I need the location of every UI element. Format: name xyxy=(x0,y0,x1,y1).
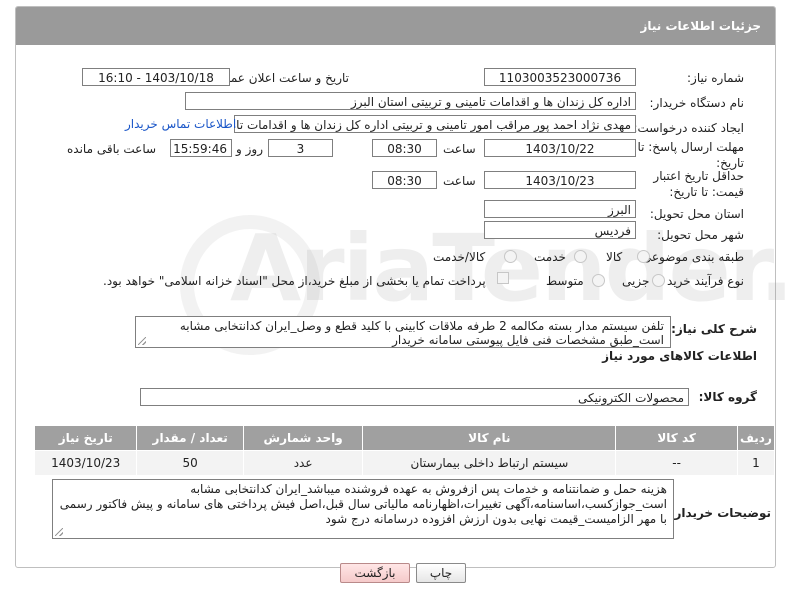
category-goods-service-radio[interactable] xyxy=(504,250,517,263)
table-row[interactable]: 1 -- سیستم ارتباط داخلی بیمارستان عدد 50… xyxy=(33,450,776,476)
need-number-label: شماره نیاز: xyxy=(687,71,744,85)
goods-section-title: اطلاعات کالاهای مورد نیاز xyxy=(602,349,757,363)
category-service-label: خدمت xyxy=(534,250,566,264)
goods-group-label: گروه کالا: xyxy=(698,390,757,404)
buyer-notes-content: هزینه حمل و ضمانتنامه و خدمات پس ازفروش … xyxy=(59,482,667,526)
category-goods-label: کالا xyxy=(606,250,623,264)
validity-time-field: 08:30 xyxy=(372,171,437,189)
process-minor-radio[interactable] xyxy=(652,274,665,287)
category-service-radio[interactable] xyxy=(574,250,587,263)
buyer-org-field: اداره کل زندان ها و اقدامات تامینی و ترب… xyxy=(185,92,636,110)
col-row-number: ردیف xyxy=(736,425,776,451)
description-label: شرح کلی نیاز: xyxy=(671,322,757,336)
deadline-time-label: ساعت xyxy=(443,142,476,156)
cell-need-date: 1403/10/23 xyxy=(33,450,138,476)
treasury-payment-note: پرداخت تمام یا بخشی از مبلغ خرید،از محل … xyxy=(103,274,486,288)
col-item-code: کد کالا xyxy=(615,425,738,451)
print-button[interactable]: چاپ xyxy=(416,563,466,583)
days-label: روز و xyxy=(236,142,263,156)
remaining-time-field: 15:59:46 xyxy=(170,139,232,157)
cell-unit: عدد xyxy=(242,450,364,476)
province-field: البرز xyxy=(484,200,636,218)
resize-grip-icon[interactable] xyxy=(138,337,146,345)
remaining-time-label: ساعت باقی مانده xyxy=(67,142,157,156)
category-label: طبقه بندی موضوعی: xyxy=(637,250,744,264)
need-number-field: 1103003523000736 xyxy=(484,68,636,86)
col-unit: واحد شمارش xyxy=(242,425,364,451)
buyer-notes-label: توضیحات خریدار: xyxy=(669,506,771,520)
buyer-notes-text: هزینه حمل و ضمانتنامه و خدمات پس ازفروش … xyxy=(52,479,674,539)
cell-item-code: -- xyxy=(615,450,738,476)
col-quantity: تعداد / مقدار xyxy=(136,425,244,451)
col-need-date: تاریخ نیاز xyxy=(33,425,138,451)
resize-grip-icon[interactable] xyxy=(55,528,63,536)
province-label: استان محل تحویل: xyxy=(649,207,744,221)
city-field: فردیس xyxy=(484,221,636,239)
category-goods-service-label: کالا/خدمت xyxy=(433,250,486,264)
city-label: شهر محل تحویل: xyxy=(657,228,744,242)
process-type-label: نوع فرآیند خرید : xyxy=(659,274,744,288)
goods-group-field: محصولات الکترونیکی xyxy=(140,388,689,406)
process-minor-label: جزیی xyxy=(622,274,650,288)
buyer-contact-link[interactable]: اطلاعات تماس خریدار xyxy=(125,117,236,131)
deadline-label: مهلت ارسال پاسخ: تا تاریخ: xyxy=(637,140,744,170)
description-text: تلفن سیستم مدار بسته مکالمه 2 طرفه ملاقا… xyxy=(135,316,671,348)
table-header-row: ردیف کد کالا نام کالا واحد شمارش تعداد /… xyxy=(33,425,776,451)
buyer-org-label: نام دستگاه خریدار: xyxy=(649,96,745,110)
deadline-date-field: 1403/10/22 xyxy=(484,139,636,157)
panel-title: جزئیات اطلاعات نیاز xyxy=(16,7,775,45)
deadline-time-field: 08:30 xyxy=(372,139,437,157)
validity-label: حداقل تاریخ اعتبار قیمت: تا تاریخ: xyxy=(653,169,744,199)
process-medium-radio[interactable] xyxy=(592,274,605,287)
validity-date-field: 1403/10/23 xyxy=(484,171,636,189)
category-goods-radio[interactable] xyxy=(637,250,650,263)
cell-item-name: سیستم ارتباط داخلی بیمارستان xyxy=(362,450,617,476)
col-item-name: نام کالا xyxy=(362,425,617,451)
cell-quantity: 50 xyxy=(136,450,244,476)
goods-table: ردیف کد کالا نام کالا واحد شمارش تعداد /… xyxy=(33,425,776,476)
requester-label: ایجاد کننده درخواست: xyxy=(633,121,744,135)
description-content: تلفن سیستم مدار بسته مکالمه 2 طرفه ملاقا… xyxy=(179,319,664,347)
cell-row-number: 1 xyxy=(736,450,776,476)
validity-time-label: ساعت xyxy=(443,174,476,188)
treasury-payment-checkbox[interactable] xyxy=(497,272,509,284)
days-remaining-field: 3 xyxy=(268,139,333,157)
announce-date-field: 1403/10/18 - 16:10 xyxy=(82,68,230,86)
process-medium-label: متوسط xyxy=(546,274,584,288)
requester-field: مهدی نژاد احمد پور مراقب امور تامینی و ت… xyxy=(234,115,636,133)
back-button[interactable]: بازگشت xyxy=(340,563,410,583)
